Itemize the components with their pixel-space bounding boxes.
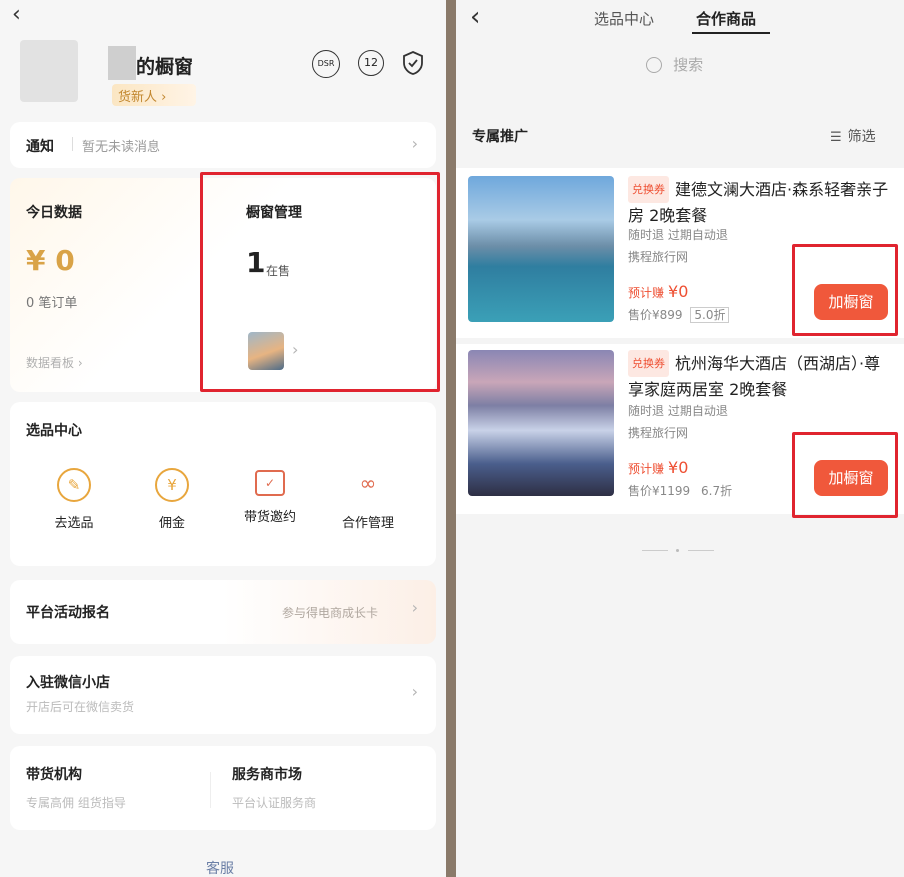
agency-market-card: 带货机构 专属高佣 组货指导 服务商市场 平台认证服务商 (10, 746, 436, 830)
tab-selection-center[interactable]: 选品中心 (594, 8, 654, 29)
service-market-item[interactable]: 服务商市场 平台认证服务商 (232, 764, 316, 811)
refund-policy: 随时退 过期自动退 (628, 404, 728, 418)
go-pick-button[interactable]: ✎ 去选品 (34, 468, 114, 531)
discount-badge: 6.7折 (701, 484, 733, 498)
today-data-title: 今日数据 (26, 205, 82, 221)
price-row: 售价¥1199 6.7折 (628, 482, 735, 499)
highlight-box-showcase (200, 172, 440, 392)
level-badge[interactable]: 货新人 › (118, 86, 166, 105)
estimated-earn: 预计赚 ¥0 (628, 282, 689, 301)
notice-row[interactable]: 通知 暂无未读消息 › (10, 122, 436, 168)
commission-button[interactable]: ¥ 佣金 (132, 468, 212, 531)
price-row: 售价¥899 5.0折 (628, 306, 730, 323)
product-image[interactable] (468, 350, 614, 496)
cooperation-manage-button[interactable]: ∞ 合作管理 (328, 468, 408, 531)
dsr-icon[interactable]: DSR (312, 50, 340, 78)
avatar[interactable] (20, 40, 78, 102)
search-icon (646, 57, 662, 73)
pick-icon: ✎ (57, 468, 91, 502)
right-phone-screen: ‹ 选品中心 合作商品 搜索 专属推广 ☰ 筛选 兑换券 建德文澜大酒店·森系轻奢亲… (456, 0, 904, 877)
level-icon[interactable]: 12 (358, 50, 384, 76)
product-title: 兑换券 杭州海华大酒店（西湖店）·尊享家庭两居室 2晚套餐 (628, 350, 890, 402)
blurred-name (108, 46, 136, 80)
agency-item[interactable]: 带货机构 专属高佣 组货指导 (26, 764, 126, 811)
chevron-right-icon: › (411, 682, 418, 701)
selection-center-title: 选品中心 (26, 423, 82, 439)
envelope-icon: ✓ (255, 470, 285, 496)
customer-service-link[interactable]: 客服 (206, 858, 234, 877)
highlight-box-add-button (792, 244, 898, 336)
refund-policy: 随时退 过期自动退 (628, 228, 728, 242)
notice-value: 暂无未读消息 (82, 140, 161, 155)
end-of-list-indicator (642, 549, 714, 552)
selection-center-card: 选品中心 ✎ 去选品 ¥ 佣金 ✓ 带货邀约 ∞ 合作管理 (10, 402, 436, 566)
search-bar[interactable]: 搜索 (646, 54, 703, 75)
platform-name: 携程旅行网 (628, 426, 689, 440)
back-arrow-icon[interactable]: ‹ (12, 2, 21, 27)
activity-label: 平台活动报名 (26, 605, 110, 621)
today-orders: 0 笔订单 (26, 296, 78, 311)
voucher-tag: 兑换券 (628, 350, 669, 377)
data-board-link[interactable]: 数据看板 › (26, 354, 83, 371)
activity-row[interactable]: 平台活动报名 参与得电商成长卡 › (10, 580, 436, 644)
filter-icon: ☰ (830, 130, 842, 145)
search-input[interactable]: 搜索 (673, 56, 703, 74)
back-arrow-icon[interactable]: ‹ (470, 2, 480, 32)
yen-icon: ¥ (155, 468, 189, 502)
invite-button[interactable]: ✓ 带货邀约 (230, 468, 310, 525)
tab-cooperation-products[interactable]: 合作商品 (696, 8, 756, 29)
cooperation-icon: ∞ (359, 471, 377, 495)
product-image[interactable] (468, 176, 614, 322)
chevron-right-icon: › (411, 598, 418, 617)
activity-right-text: 参与得电商成长卡 (282, 606, 379, 620)
filter-button[interactable]: ☰ 筛选 (830, 126, 876, 146)
left-phone-screen: ‹ 的橱窗 货新人 › DSR 12 通知 暂无未读消息 › 今日数据 ¥ 0 … (0, 0, 446, 877)
platform-name: 携程旅行网 (628, 250, 689, 264)
discount-badge: 5.0折 (690, 307, 730, 323)
shield-icon[interactable] (402, 50, 424, 76)
product-title: 兑换券 建德文澜大酒店·森系轻奢亲子房 2晚套餐 (628, 176, 890, 228)
weixin-store-label: 入驻微信小店 (26, 675, 110, 691)
notice-label: 通知 (26, 139, 54, 155)
estimated-earn: 预计赚 ¥0 (628, 458, 689, 477)
shop-title: 的橱窗 (136, 56, 194, 78)
active-tab-indicator (692, 32, 770, 34)
chevron-right-icon: › (411, 134, 418, 153)
section-title: 专属推广 (472, 129, 528, 145)
voucher-tag: 兑换券 (628, 176, 669, 203)
highlight-box-add-button (792, 432, 898, 518)
weixin-store-row[interactable]: 入驻微信小店 开店后可在微信卖货 › (10, 656, 436, 734)
today-amount: ¥ 0 (26, 244, 75, 277)
weixin-store-sub: 开店后可在微信卖货 (26, 700, 135, 714)
